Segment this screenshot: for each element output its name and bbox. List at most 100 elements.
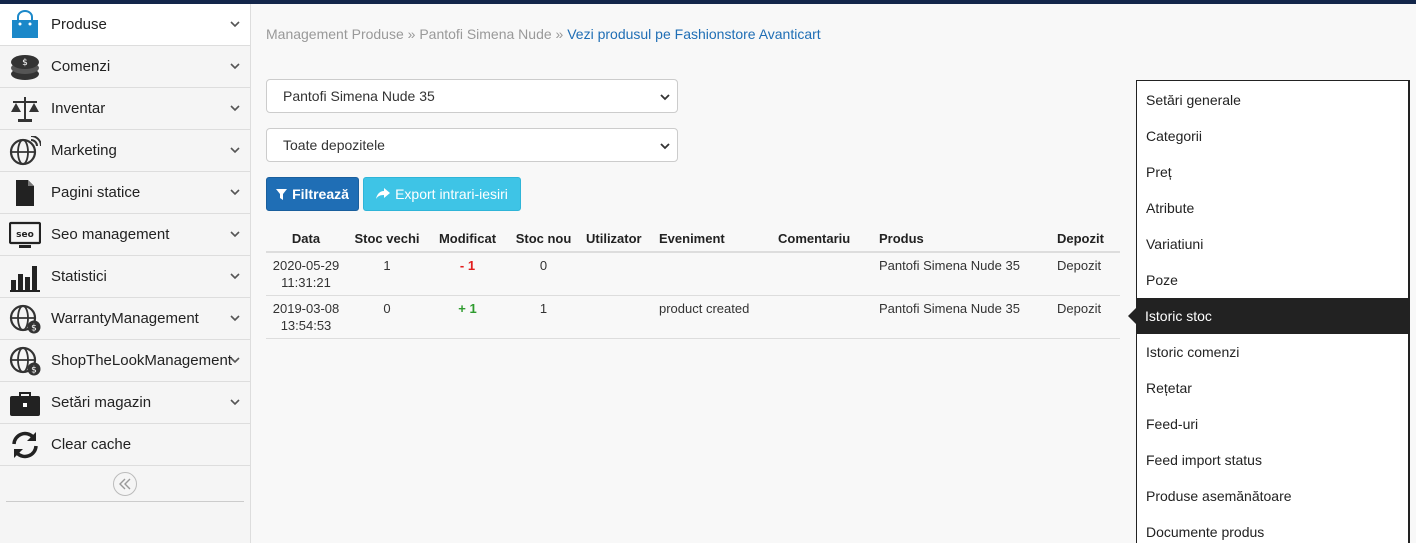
warehouse-select[interactable]: Toate depozitele bbox=[266, 128, 678, 162]
menu-item-variatiuni[interactable]: Variatiuni bbox=[1137, 226, 1408, 262]
export-button-label: Export intrari-iesiri bbox=[395, 186, 508, 202]
chevron-down-icon bbox=[660, 143, 670, 150]
filter-button-label: Filtrează bbox=[292, 186, 349, 202]
column-header-date: Data bbox=[266, 226, 346, 253]
cell-date: 2019-03-08 13:54:53 bbox=[266, 295, 346, 339]
double-chevron-left-icon bbox=[119, 478, 131, 489]
breadcrumb-management-produse[interactable]: Management Produse bbox=[266, 26, 404, 42]
cell-event bbox=[653, 252, 772, 296]
cell-event: product created bbox=[653, 295, 772, 339]
chevron-down-icon bbox=[230, 273, 240, 280]
breadcrumb-separator: » bbox=[403, 26, 420, 42]
filter-button[interactable]: Filtrează bbox=[266, 177, 359, 211]
sidebar: Produse $ Comenzi Inventar Marketing Pag… bbox=[0, 4, 251, 543]
breadcrumb: Management Produse » Pantofi Simena Nude… bbox=[266, 26, 821, 42]
column-header-event: Eveniment bbox=[653, 226, 772, 253]
sidebar-item-inventar[interactable]: Inventar bbox=[0, 88, 250, 130]
cell-warehouse: Depozit bbox=[1051, 295, 1120, 339]
chevron-down-icon bbox=[230, 21, 240, 28]
chevron-down-icon bbox=[660, 94, 670, 101]
sidebar-collapse-row bbox=[6, 466, 244, 502]
sidebar-item-pagini-statice[interactable]: Pagini statice bbox=[0, 172, 250, 214]
cell-change: + 1 bbox=[428, 295, 507, 339]
sidebar-item-warranty-management[interactable]: $ WarrantyManagement bbox=[0, 298, 250, 340]
menu-item-feed-uri[interactable]: Feed-uri bbox=[1137, 406, 1408, 442]
column-header-new-stock: Stoc nou bbox=[507, 226, 580, 253]
sidebar-item-label: Setări magazin bbox=[51, 394, 152, 411]
svg-text:seo: seo bbox=[16, 230, 34, 240]
menu-item-poze[interactable]: Poze bbox=[1137, 262, 1408, 298]
column-header-warehouse: Depozit bbox=[1051, 226, 1120, 253]
active-indicator-arrow bbox=[1128, 308, 1136, 324]
warehouse-select-value: Toate depozitele bbox=[283, 137, 385, 153]
collapse-sidebar-button[interactable] bbox=[113, 471, 137, 496]
menu-item-istoric-stoc[interactable]: Istoric stoc bbox=[1128, 298, 1408, 334]
menu-item-retetar[interactable]: Rețetar bbox=[1137, 370, 1408, 406]
chevron-down-icon bbox=[230, 315, 240, 322]
sidebar-item-clear-cache[interactable]: Clear cache bbox=[0, 424, 250, 466]
column-header-change: Modificat bbox=[428, 226, 507, 253]
table-row: 2020-05-29 11:31:21 1 - 1 0 Pantofi Simen… bbox=[266, 252, 1120, 296]
column-header-user: Utilizator bbox=[580, 226, 653, 253]
sidebar-item-label: Marketing bbox=[51, 142, 117, 159]
chevron-down-icon bbox=[230, 399, 240, 406]
chevron-down-icon bbox=[230, 357, 240, 364]
chevron-down-icon bbox=[230, 231, 240, 238]
product-select-value: Pantofi Simena Nude 35 bbox=[283, 88, 435, 104]
view-product-link[interactable]: Vezi produsul pe Fashionstore Avanticart bbox=[567, 26, 820, 42]
sidebar-item-shop-the-look-management[interactable]: $ ShopTheLookManagement bbox=[0, 340, 250, 382]
sidebar-item-label: Clear cache bbox=[51, 436, 132, 453]
document-icon bbox=[8, 177, 42, 209]
product-section-menu: Setări generale Categorii Preț Atribute … bbox=[1128, 80, 1410, 543]
globe-dollar-icon: $ bbox=[8, 303, 42, 335]
sidebar-item-label: ShopTheLookManagement bbox=[51, 352, 232, 369]
share-arrow-icon bbox=[376, 188, 391, 199]
stock-history-table: Data Stoc vechi Modificat Stoc nou Utili… bbox=[266, 226, 1120, 339]
chevron-down-icon bbox=[230, 105, 240, 112]
breadcrumb-product[interactable]: Pantofi Simena Nude bbox=[419, 26, 551, 42]
shopping-bag-icon bbox=[8, 9, 42, 41]
svg-text:$: $ bbox=[22, 58, 28, 68]
seo-monitor-icon: seo bbox=[8, 219, 42, 251]
product-select[interactable]: Pantofi Simena Nude 35 bbox=[266, 79, 678, 113]
sidebar-item-statistici[interactable]: Statistici bbox=[0, 256, 250, 298]
column-header-old-stock: Stoc vechi bbox=[346, 226, 428, 253]
cell-date: 2020-05-29 11:31:21 bbox=[266, 252, 346, 296]
sidebar-item-label: Pagini statice bbox=[51, 184, 141, 201]
scale-icon bbox=[8, 93, 42, 125]
menu-item-feed-import-status[interactable]: Feed import status bbox=[1137, 442, 1408, 478]
svg-text:$: $ bbox=[31, 365, 37, 375]
export-button[interactable]: Export intrari-iesiri bbox=[363, 177, 521, 211]
cell-user bbox=[580, 252, 653, 296]
menu-item-documente-produs[interactable]: Documente produs bbox=[1137, 514, 1408, 543]
cell-user bbox=[580, 295, 653, 339]
table-header-row: Data Stoc vechi Modificat Stoc nou Utili… bbox=[266, 226, 1120, 253]
cell-product: Pantofi Simena Nude 35 bbox=[873, 295, 1051, 339]
cell-old-stock: 1 bbox=[346, 252, 428, 296]
menu-item-atribute[interactable]: Atribute bbox=[1137, 190, 1408, 226]
filter-icon bbox=[276, 188, 288, 200]
sidebar-item-seo-management[interactable]: seo Seo management bbox=[0, 214, 250, 256]
coins-icon: $ bbox=[8, 51, 42, 83]
breadcrumb-separator: » bbox=[551, 26, 568, 42]
sidebar-item-label: WarrantyManagement bbox=[51, 310, 199, 327]
sidebar-item-produse[interactable]: Produse bbox=[0, 4, 250, 46]
menu-item-istoric-comenzi[interactable]: Istoric comenzi bbox=[1137, 334, 1408, 370]
cell-comment bbox=[772, 295, 873, 339]
chevron-down-icon bbox=[230, 63, 240, 70]
cell-product: Pantofi Simena Nude 35 bbox=[873, 252, 1051, 296]
sidebar-item-setari-magazin[interactable]: Setări magazin bbox=[0, 382, 250, 424]
cell-old-stock: 0 bbox=[346, 295, 428, 339]
globe-signal-icon bbox=[8, 135, 42, 167]
cell-change: - 1 bbox=[428, 252, 507, 296]
sidebar-item-comenzi[interactable]: $ Comenzi bbox=[0, 46, 250, 88]
menu-item-categorii[interactable]: Categorii bbox=[1137, 118, 1408, 154]
sidebar-item-label: Statistici bbox=[51, 268, 107, 285]
menu-item-pret[interactable]: Preț bbox=[1137, 154, 1408, 190]
globe-dollar-icon: $ bbox=[8, 345, 42, 377]
column-header-product: Produs bbox=[873, 226, 1051, 253]
sidebar-item-label: Produse bbox=[51, 16, 107, 33]
menu-item-setari-generale[interactable]: Setări generale bbox=[1137, 81, 1408, 118]
sidebar-item-marketing[interactable]: Marketing bbox=[0, 130, 250, 172]
menu-item-produse-asemanatoare[interactable]: Produse asemănătoare bbox=[1137, 478, 1408, 514]
